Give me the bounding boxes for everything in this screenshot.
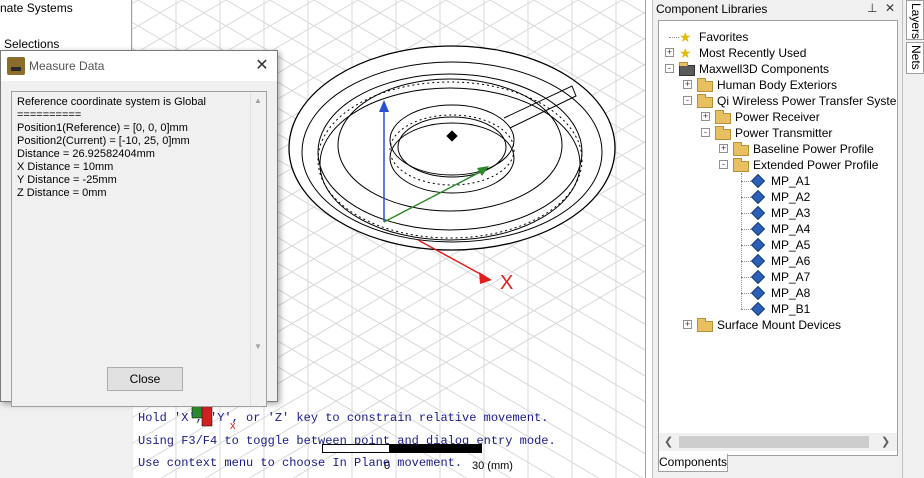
close-icon[interactable]: ✕ <box>251 55 273 77</box>
tree-connector <box>741 181 751 182</box>
tree-item[interactable]: MP_B1 <box>771 301 810 317</box>
component-icon <box>750 205 766 221</box>
tree-item[interactable]: Maxwell3D Components <box>699 61 829 77</box>
output-line: Distance = 26.92582404mm <box>17 148 155 160</box>
folder-icon <box>733 142 749 156</box>
tree-item-selections[interactable]: Selections <box>4 37 59 51</box>
tree-item[interactable]: MP_A2 <box>771 189 810 205</box>
component-icon <box>750 221 766 237</box>
output-line: Position2(Current) = [-10, 25, 0]mm <box>17 135 190 147</box>
expand-icon[interactable]: + <box>701 112 710 121</box>
dialog-titlebar[interactable]: Measure Data ✕ <box>1 51 277 81</box>
close-button[interactable]: Close <box>107 367 183 391</box>
tree-item[interactable]: Surface Mount Devices <box>717 317 841 333</box>
component-icon <box>750 237 766 253</box>
tree-item[interactable]: Most Recently Used <box>699 45 806 61</box>
tree-item-coordinate-systems[interactable]: nate Systems <box>0 1 73 15</box>
output-line: Y Distance = -25mm <box>17 174 117 186</box>
component-icon <box>750 285 766 301</box>
dialog-title: Measure Data <box>29 59 105 73</box>
measure-app-icon <box>7 57 25 75</box>
tree-item[interactable]: MP_A5 <box>771 237 810 253</box>
output-line: Reference coordinate system is Global <box>17 96 206 108</box>
tree-item[interactable]: MP_A4 <box>771 221 810 237</box>
folder-icon <box>697 318 713 332</box>
component-icon <box>750 253 766 269</box>
tree-connector <box>669 37 679 38</box>
favorites-star-icon: ★ <box>679 45 692 61</box>
measure-data-dialog: Measure Data ✕ Reference coordinate syst… <box>0 50 278 407</box>
folder-icon <box>715 110 731 124</box>
output-line: ========== <box>17 109 82 121</box>
tree-hscrollbar[interactable]: ❮ ❯ <box>659 433 897 451</box>
tree-item[interactable]: Power Receiver <box>735 109 820 125</box>
component-icon <box>750 173 766 189</box>
maxwell-app-icon <box>679 62 695 76</box>
tree-item[interactable]: MP_A6 <box>771 253 810 269</box>
side-tab-strip: Layers Nets <box>902 0 924 478</box>
tree-item[interactable]: Favorites <box>699 29 748 45</box>
folder-icon <box>733 158 749 172</box>
scroll-up-icon[interactable]: ▲ <box>254 96 262 105</box>
output-line: Z Distance = 0mm <box>17 187 107 199</box>
tree-item[interactable]: MP_A1 <box>771 173 810 189</box>
tree-item[interactable]: MP_A8 <box>771 285 810 301</box>
panel-header: Component Libraries ⊥ ✕ <box>653 0 903 18</box>
ruler-unit-label: 30 (mm) <box>472 460 513 472</box>
tree-connector <box>741 309 751 310</box>
tree-connector <box>741 173 742 309</box>
tab-nets[interactable]: Nets <box>906 42 924 74</box>
tree-connector <box>741 229 751 230</box>
scroll-right-icon[interactable]: ❯ <box>881 435 890 448</box>
collapse-icon[interactable]: - <box>719 160 728 169</box>
tree-item[interactable]: Baseline Power Profile <box>753 141 874 157</box>
expand-icon[interactable]: + <box>665 48 674 57</box>
tree-item[interactable]: Human Body Exteriors <box>717 77 837 93</box>
tree-item[interactable]: Extended Power Profile <box>753 157 878 173</box>
folder-icon <box>697 78 713 92</box>
tree-connector <box>741 261 751 262</box>
hint-line-1: Hold 'X', 'Y', or 'Z' key to constrain r… <box>138 411 549 425</box>
left-panel-footer <box>0 402 132 478</box>
collapse-icon[interactable]: - <box>701 128 710 137</box>
component-icon <box>750 301 766 317</box>
panel-title: Component Libraries <box>656 2 768 16</box>
ruler-zero-label: 0 <box>384 460 391 472</box>
tree-connector <box>741 293 751 294</box>
tab-components[interactable]: Components <box>658 454 728 472</box>
tree-item[interactable]: Power Transmitter <box>735 125 832 141</box>
panel-close-icon[interactable]: ✕ <box>885 1 895 15</box>
scroll-left-icon[interactable]: ❮ <box>664 435 673 448</box>
expand-icon[interactable]: + <box>683 320 692 329</box>
library-tree[interactable]: ❮ ❯ ★ Favorites + ★ Most Recently Used - Maxwe… <box>658 20 898 456</box>
x-axis-label: X <box>500 272 514 294</box>
pin-icon[interactable]: ⊥ <box>867 1 877 15</box>
tree-connector <box>741 277 751 278</box>
collapse-icon[interactable]: - <box>683 96 692 105</box>
component-icon <box>750 269 766 285</box>
component-libraries-panel: Component Libraries ⊥ ✕ ❮ ❯ ★ Favorites + ★… <box>652 0 902 478</box>
tree-item[interactable]: Qi Wireless Power Transfer System <box>717 93 897 109</box>
output-scrollbar[interactable]: ▲ ▼ <box>250 92 266 406</box>
expand-icon[interactable]: + <box>719 144 728 153</box>
component-icon <box>750 189 766 205</box>
tree-connector <box>741 245 751 246</box>
expand-icon[interactable]: + <box>683 80 692 89</box>
scale-ruler <box>322 444 482 453</box>
hscroll-thumb[interactable] <box>679 436 869 448</box>
collapse-icon[interactable]: - <box>665 64 674 73</box>
tree-item[interactable]: MP_A7 <box>771 269 810 285</box>
folder-icon <box>715 126 731 140</box>
tab-layers-top[interactable]: Layers <box>906 0 924 40</box>
tree-connector <box>741 213 751 214</box>
favorites-star-icon: ★ <box>679 29 692 45</box>
measure-output-text[interactable]: Reference coordinate system is Global ==… <box>11 91 267 407</box>
tree-item[interactable]: MP_A3 <box>771 205 810 221</box>
hint-line-3: Use context menu to choose In Plane move… <box>138 456 463 470</box>
folder-icon <box>697 94 713 108</box>
output-line: X Distance = 10mm <box>17 161 114 173</box>
scroll-down-icon[interactable]: ▼ <box>254 342 262 351</box>
tree-connector <box>741 197 751 198</box>
output-line: Position1(Reference) = [0, 0, 0]mm <box>17 122 188 134</box>
